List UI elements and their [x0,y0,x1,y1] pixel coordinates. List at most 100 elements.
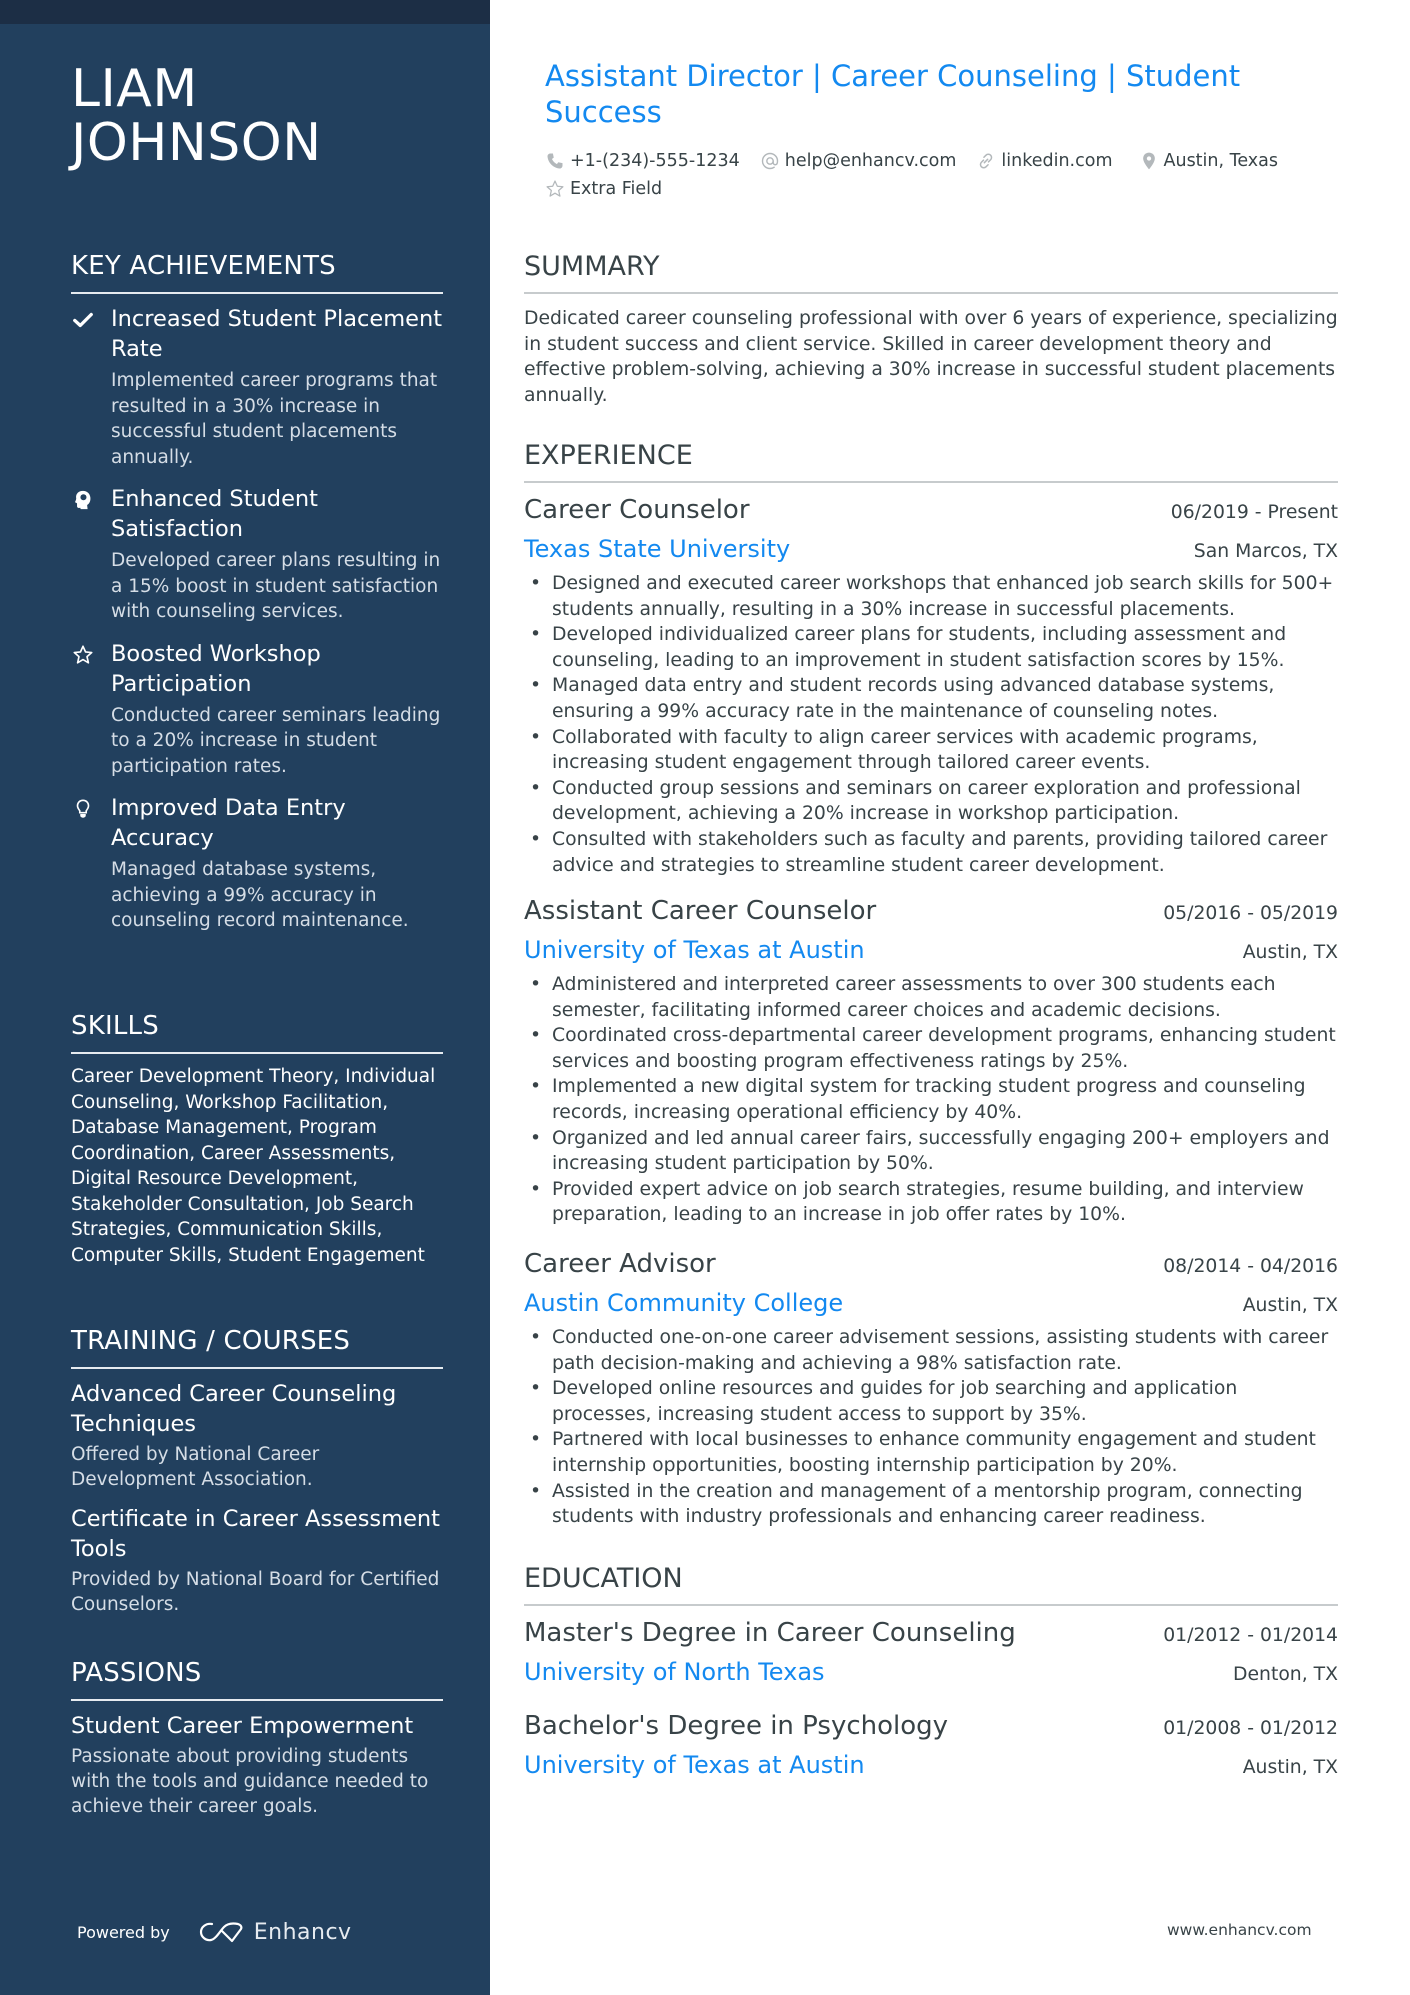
location-text: Austin, Texas [1163,151,1279,171]
job-role: Assistant Career Counselor [524,896,877,926]
school-name[interactable]: University of Texas at Austin [524,1749,865,1781]
degree-title: Master's Degree in Career Counseling [524,1618,1016,1648]
school-location: Denton, TX [1233,1664,1338,1685]
achievement-item: Enhanced Student Satisfaction Developed … [71,484,443,625]
passion-title: Student Career Empowerment [71,1713,414,1739]
email-text: help@enhancv.com [784,151,957,171]
skills-section: SKILLS Career Development Theory, Indivi… [71,1010,443,1268]
degree-dates: 01/2008 - 01/2012 [1163,1718,1338,1739]
contact-location: Austin, Texas [1139,150,1279,172]
job-bullets: Conducted one-on-one career advisement s… [524,1325,1338,1530]
check-icon [71,308,95,332]
job-bullet: Developed individualized career plans fo… [524,622,1338,673]
job-bullet: Administered and interpreted career asse… [524,972,1338,1023]
achievement-item: Increased Student Placement Rate Impleme… [71,304,443,470]
achievement-title: Increased Student Placement Rate [111,306,443,362]
star-outline-icon [546,180,564,197]
training-section: TRAINING / COURSES Advanced Career Couns… [71,1325,443,1629]
candidate-name: LIAM JOHNSON [71,62,322,170]
star-outline-icon [71,643,95,667]
powered-by-label: Powered by [77,1922,170,1942]
location-pin-icon [1142,152,1155,170]
achievement-desc: Developed career plans resulting in a 15… [111,550,441,622]
job-role: Career Advisor [524,1249,716,1279]
phone-text: +1-(234)-555-1234 [570,151,740,171]
education-heading: EDUCATION [524,1562,1338,1606]
link-icon [980,153,993,169]
course-item: Certificate in Career Assessment Tools P… [71,1504,443,1617]
experience-entry: Career Advisor 08/2014 - 04/2016 Austin … [524,1247,1338,1530]
job-bullet: Consulted with stakeholders such as facu… [524,827,1338,878]
name-first: LIAM [71,59,198,119]
education-entry: Master's Degree in Career Counseling 01/… [524,1616,1338,1688]
passions-heading: PASSIONS [71,1657,443,1701]
job-title: Assistant Director | Career Counseling |… [545,59,1241,129]
job-bullet: Implemented a new digital system for tra… [524,1074,1338,1125]
job-bullet: Conducted one-on-one career advisement s… [524,1325,1338,1376]
job-bullet: Designed and executed career workshops t… [524,571,1338,622]
at-icon [761,152,778,170]
passion-desc: Passionate about providing students with… [71,1746,429,1817]
job-location: Austin, TX [1242,1295,1338,1316]
degree-title: Bachelor's Degree in Psychology [524,1711,949,1741]
achievement-item: Improved Data Entry Accuracy Managed dat… [71,793,443,934]
job-role: Career Counselor [524,495,750,525]
job-location: San Marcos, TX [1193,541,1338,562]
passions-section: PASSIONS Student Career Empowerment Pass… [71,1657,443,1831]
job-bullet: Coordinated cross-departmental career de… [524,1023,1338,1074]
contact-phone[interactable]: +1-(234)-555-1234 [545,150,740,172]
achievement-desc: Implemented career programs that resulte… [111,370,438,468]
job-bullet: Collaborated with faculty to align caree… [524,725,1338,776]
powered-by: Powered by Enhancv [77,1919,352,1945]
skills-heading: SKILLS [71,1010,443,1054]
contact-email[interactable]: help@enhancv.com [760,150,957,172]
experience-entry: Assistant Career Counselor 05/2016 - 05/… [524,894,1338,1228]
summary-heading: SUMMARY [524,250,1338,294]
course-desc: Offered by National Career Development A… [71,1444,320,1490]
achievements-section: KEY ACHIEVEMENTS Increased Student Place… [71,250,443,934]
job-dates: 08/2014 - 04/2016 [1163,1256,1338,1277]
achievement-desc: Managed database systems, achieving a 99… [111,859,409,931]
job-bullet: Managed data entry and student records u… [524,673,1338,724]
achievement-title: Improved Data Entry Accuracy [111,795,346,851]
name-last: JOHNSON [71,113,322,173]
head-brain-icon [71,488,95,512]
school-name[interactable]: University of North Texas [524,1656,825,1688]
job-dates: 06/2019 - Present [1170,502,1338,523]
achievements-list: Increased Student Placement Rate Impleme… [71,304,443,934]
course-item: Advanced Career Counseling Techniques Of… [71,1379,443,1492]
contact-linkedin[interactable]: linkedin.com [976,150,1113,172]
enhancv-brand-name: Enhancv [253,1919,352,1945]
summary-text: Dedicated career counseling professional… [524,308,1338,406]
enhancv-logo[interactable]: Enhancv [198,1919,352,1945]
contact-extra: Extra Field [545,178,662,200]
lightbulb-icon [71,797,95,821]
job-bullet: Assisted in the creation and management … [524,1479,1338,1530]
experience-heading: EXPERIENCE [524,439,1338,483]
experience-entry: Career Counselor 06/2019 - Present Texas… [524,493,1338,878]
job-organization[interactable]: Austin Community College [524,1287,843,1319]
contact-info: +1-(234)-555-1234 help@enhancv.com linke… [545,150,1335,200]
achievements-heading: KEY ACHIEVEMENTS [71,250,443,294]
linkedin-text: linkedin.com [1001,151,1113,171]
job-bullet: Provided expert advice on job search str… [524,1177,1338,1228]
skills-list: Career Development Theory, Individual Co… [71,1066,436,1266]
passion-item: Student Career Empowerment Passionate ab… [71,1711,443,1819]
job-bullets: Designed and executed career workshops t… [524,571,1338,878]
job-bullet: Developed online resources and guides fo… [524,1376,1338,1427]
course-desc: Provided by National Board for Certified… [71,1569,440,1615]
job-dates: 05/2016 - 05/2019 [1163,903,1338,924]
course-title: Advanced Career Counseling Techniques [71,1381,397,1437]
job-bullets: Administered and interpreted career asse… [524,972,1338,1228]
training-heading: TRAINING / COURSES [71,1325,443,1369]
job-bullet: Organized and led annual career fairs, s… [524,1126,1338,1177]
achievement-title: Boosted Workshop Participation [111,640,321,697]
course-title: Certificate in Career Assessment Tools [71,1506,440,1562]
job-organization[interactable]: Texas State University [524,533,790,565]
sidebar-top-strip [0,0,490,24]
extra-field-text: Extra Field [570,179,663,199]
degree-dates: 01/2012 - 01/2014 [1163,1625,1338,1646]
job-organization[interactable]: University of Texas at Austin [524,934,865,966]
achievement-desc: Conducted career seminars leading to a 2… [111,704,441,777]
footer-website-link[interactable]: www.enhancv.com [1167,1921,1312,1939]
